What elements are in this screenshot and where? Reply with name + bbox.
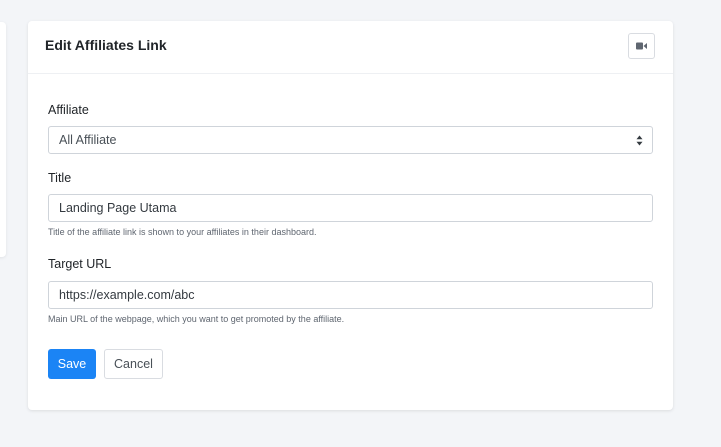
- target-url-input[interactable]: https://example.com/abc: [48, 281, 653, 309]
- select-caret-icon: [636, 135, 643, 146]
- cancel-button[interactable]: Cancel: [104, 349, 163, 379]
- side-panel: [0, 22, 6, 257]
- video-tutorial-button[interactable]: [628, 33, 655, 59]
- affiliate-label: Affiliate: [48, 103, 89, 117]
- title-help-text: Title of the affiliate link is shown to …: [48, 227, 317, 237]
- card-title: Edit Affiliates Link: [45, 37, 167, 53]
- target-url-help-text: Main URL of the webpage, which you want …: [48, 314, 345, 324]
- affiliate-select-value: All Affiliate: [59, 133, 117, 147]
- save-button[interactable]: Save: [48, 349, 96, 379]
- affiliate-select[interactable]: All Affiliate: [48, 126, 653, 154]
- title-input[interactable]: Landing Page Utama: [48, 194, 653, 222]
- edit-affiliate-link-card: Edit Affiliates Link Affiliate All Affil…: [28, 21, 673, 410]
- card-header: Edit Affiliates Link: [28, 21, 673, 74]
- video-camera-icon: [636, 42, 647, 50]
- title-label: Title: [48, 171, 72, 185]
- target-url-label: Target URL: [48, 257, 112, 271]
